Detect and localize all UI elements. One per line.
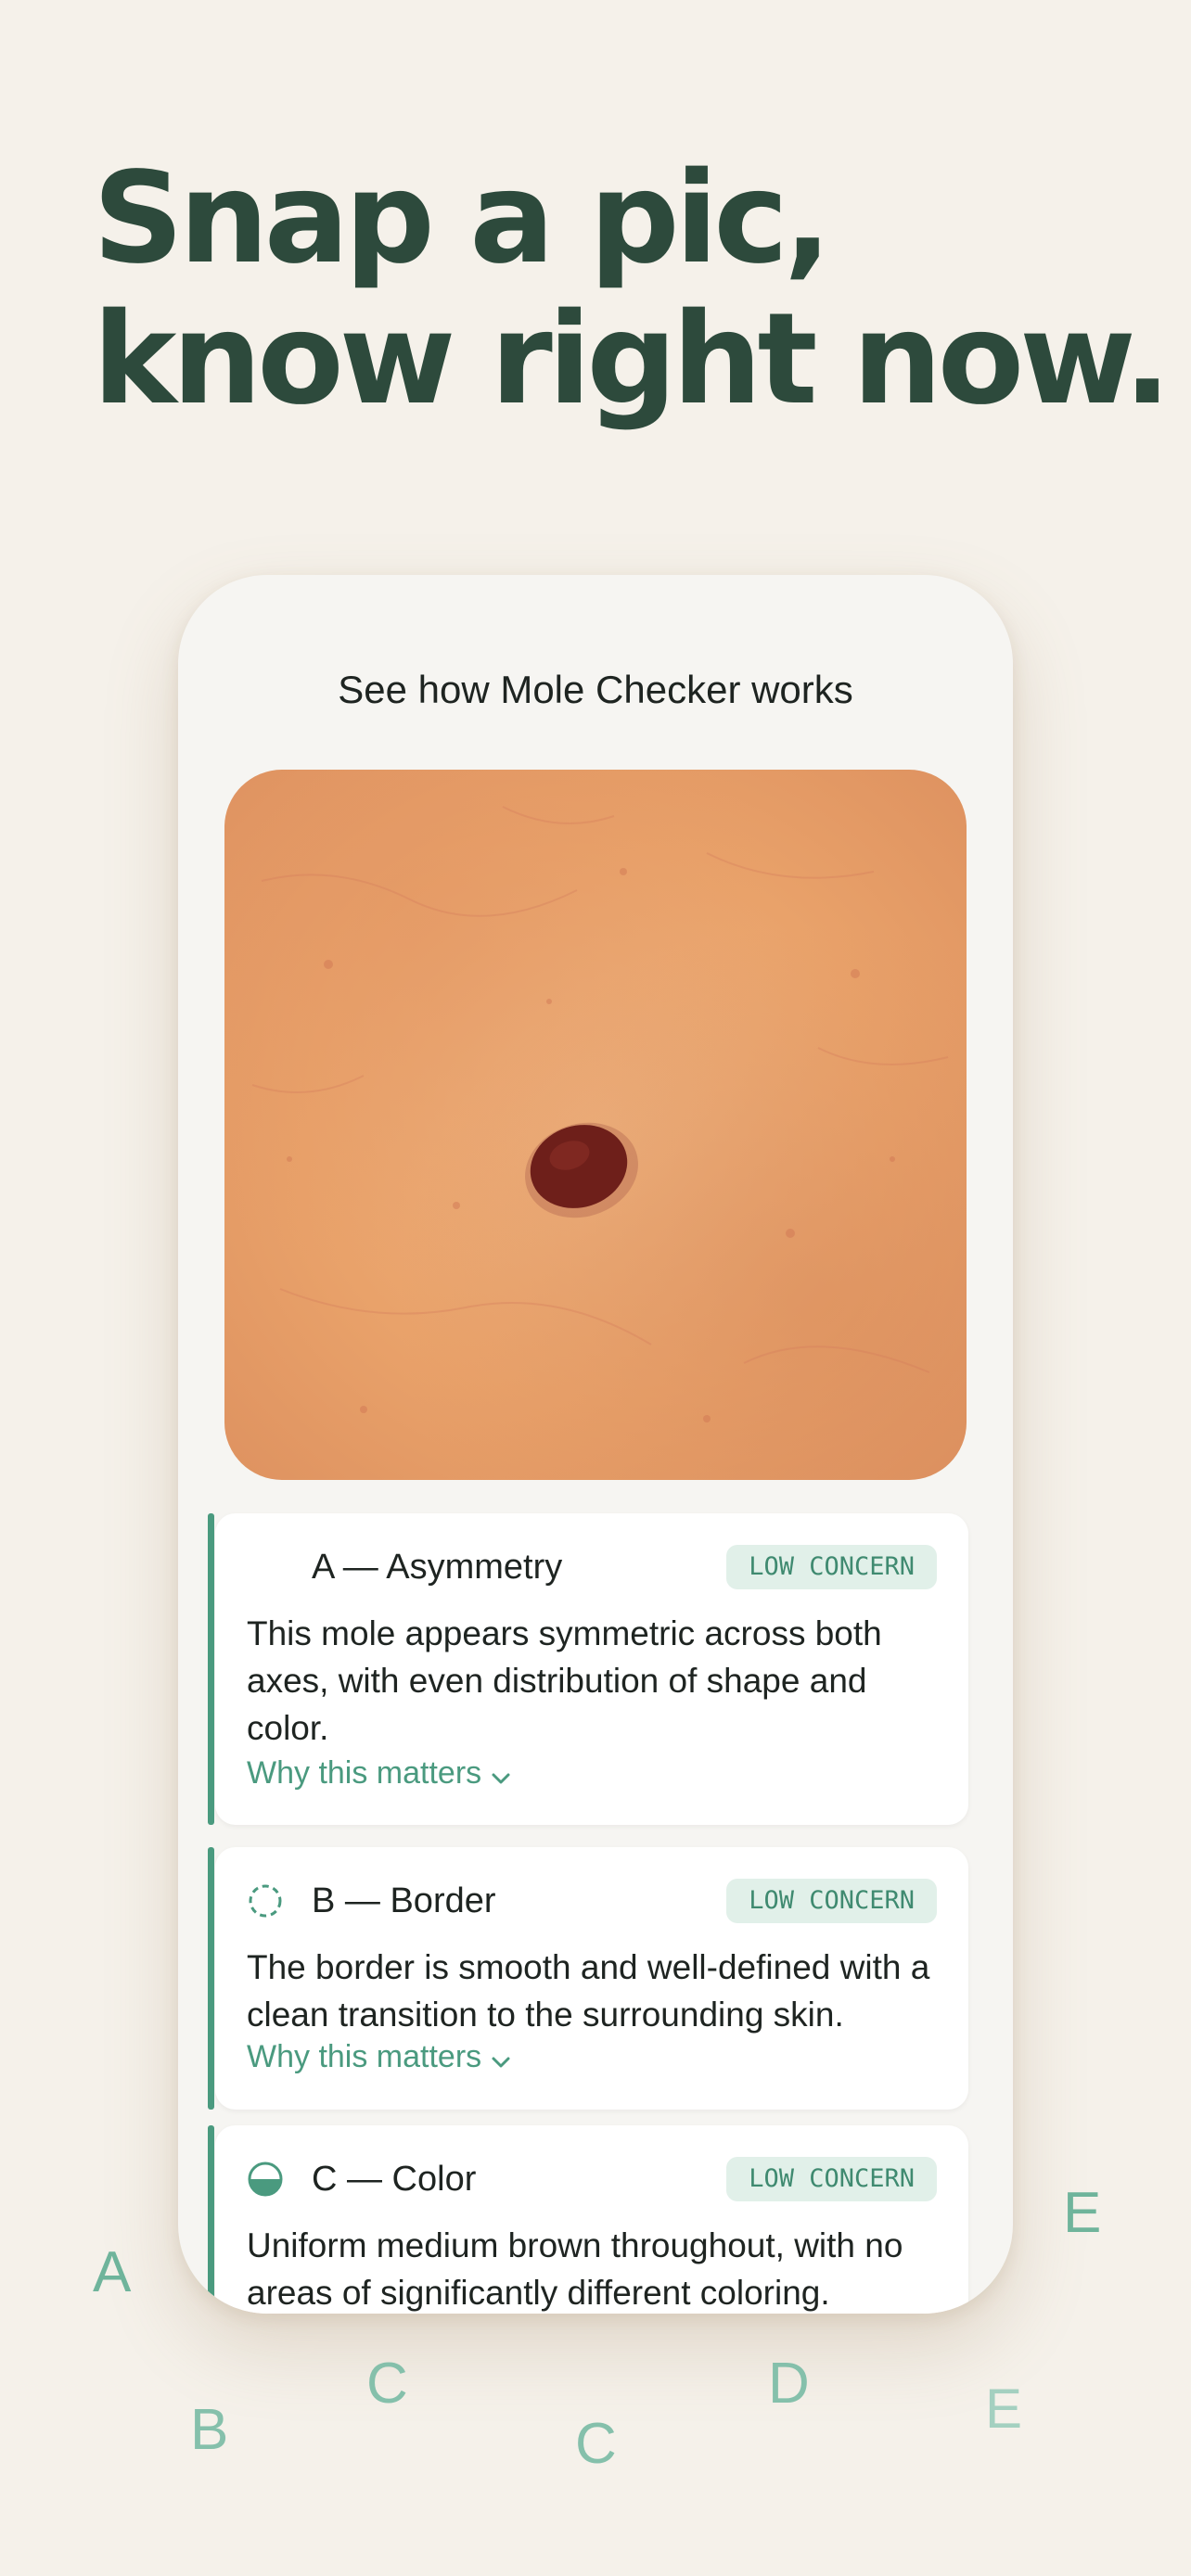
demo-title: See how Mole Checker works [338, 668, 853, 711]
headline-line-2: know right now. [93, 287, 1172, 433]
decor-letter-e-2: E [985, 2378, 1023, 2440]
mole-photo [224, 770, 967, 1480]
decor-letter-c: C [366, 2352, 408, 2416]
card-title: C — Color [312, 2160, 477, 2199]
link-label: Why this matters [247, 1755, 482, 1791]
decor-letter-c-2: C [575, 2412, 617, 2476]
headline-line-1: Snap a pic, [93, 146, 832, 292]
decor-letter-e: E [1063, 2181, 1102, 2245]
why-this-matters-link[interactable]: Why this matters [247, 1753, 511, 1793]
card-title: A — Asymmetry [312, 1548, 563, 1587]
why-this-matters-link[interactable]: Why this matters [247, 2036, 511, 2077]
card-header: C — Color LOW CONCERN [247, 2157, 937, 2201]
card-accent-bar [208, 1513, 214, 1825]
decor-letter-a: A [93, 2240, 132, 2304]
card-header: A — Asymmetry LOW CONCERN [247, 1545, 937, 1589]
mole-photo-graphic [251, 806, 949, 1422]
headline: Snap a pic, know right now. [93, 146, 1172, 433]
half-filled-circle-icon [247, 2161, 284, 2198]
card-description: The border is smooth and well-defined wi… [247, 1948, 930, 2034]
dashed-circle-icon [247, 1882, 284, 1919]
chevron-down-icon [491, 1754, 511, 1795]
color-card: C — Color LOW CONCERN Uniform medium bro… [208, 2125, 968, 2314]
asymmetry-card: A — Asymmetry LOW CONCERN This mole appe… [208, 1513, 968, 1825]
concern-badge: LOW CONCERN [726, 1545, 937, 1589]
decor-letter-d: D [768, 2352, 810, 2416]
asymmetry-icon [247, 1549, 284, 1586]
card-accent-bar [208, 1847, 214, 2110]
concern-badge: LOW CONCERN [726, 2157, 937, 2201]
chevron-down-icon [491, 2038, 511, 2079]
decor-letter-b: B [190, 2398, 229, 2462]
card-description: Uniform medium brown throughout, with no… [247, 2226, 903, 2312]
mole [530, 1125, 628, 1208]
card-description: This mole appears symmetric across both … [247, 1614, 882, 1747]
border-card: B — Border LOW CONCERN The border is smo… [208, 1847, 968, 2110]
card-title: B — Border [312, 1881, 496, 1920]
card-accent-bar [208, 2125, 214, 2314]
link-label: Why this matters [247, 2039, 482, 2074]
phone-mockup: See how Mole Checker works A — Asymmetry… [178, 575, 1013, 2314]
card-header: B — Border LOW CONCERN [247, 1879, 937, 1923]
concern-badge: LOW CONCERN [726, 1879, 937, 1923]
